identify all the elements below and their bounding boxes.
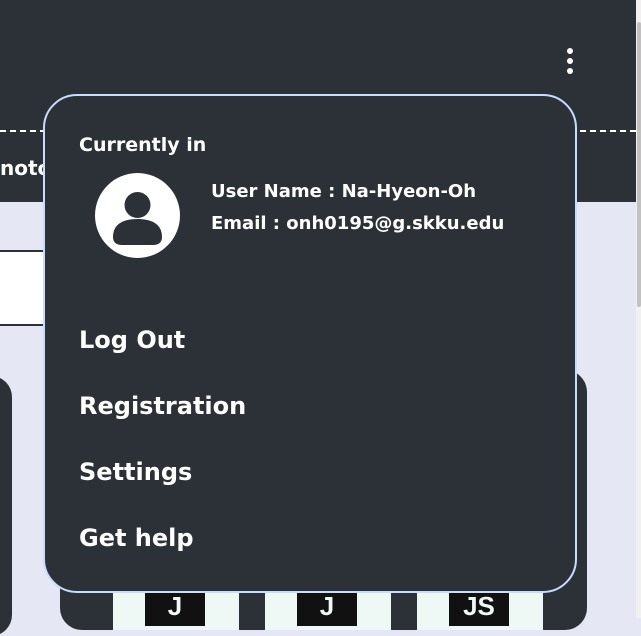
user-name-text: User Name : Na-Hyeon-Oh — [211, 181, 477, 202]
css-badge: J — [265, 586, 391, 630]
js-badge: JS — [417, 586, 543, 630]
logout-menu-item[interactable]: Log Out — [79, 326, 185, 354]
user-email-text: Email : onh0195@g.skku.edu — [211, 213, 505, 234]
user-avatar-icon — [95, 173, 180, 258]
kebab-vertical-icon[interactable] — [562, 48, 578, 78]
search-input[interactable] — [0, 250, 48, 326]
get-help-menu-item[interactable]: Get help — [79, 524, 194, 552]
currently-in-heading: Currently in — [79, 134, 207, 156]
html-badge: J — [113, 586, 239, 630]
project-card-left[interactable] — [0, 376, 12, 636]
account-menu-popup: Currently in User Name : Na-Hyeon-Oh Ema… — [43, 94, 577, 593]
settings-menu-item[interactable]: Settings — [79, 458, 192, 486]
scrollbar-thumb[interactable] — [637, 22, 641, 307]
registration-menu-item[interactable]: Registration — [79, 392, 246, 420]
